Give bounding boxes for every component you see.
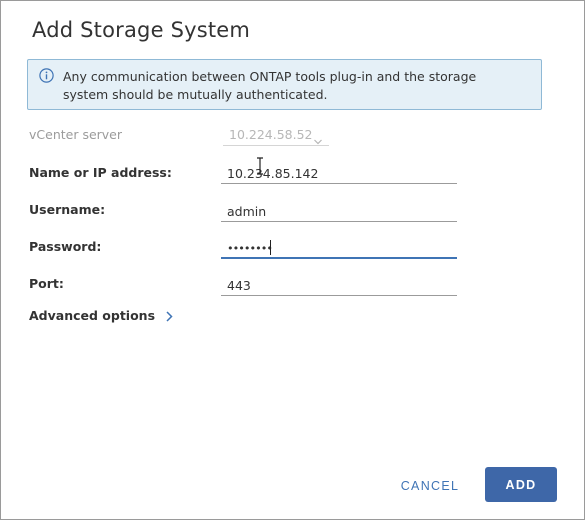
vcenter-select: 10.224.58.52	[223, 124, 329, 146]
cancel-button[interactable]: CANCEL	[392, 468, 468, 502]
info-banner: Any communication between ONTAP tools pl…	[27, 59, 542, 110]
dialog-title: Add Storage System	[32, 18, 251, 42]
port-field[interactable]: 443	[221, 274, 457, 296]
add-storage-system-dialog: Add Storage System Any communication bet…	[0, 0, 585, 520]
password-value: ••••••••	[227, 242, 273, 255]
username-field[interactable]: admin	[221, 200, 457, 222]
username-label: Username:	[29, 202, 106, 217]
info-icon	[39, 68, 54, 83]
chevron-right-icon	[166, 310, 173, 322]
name-ip-value: 10.234.85.142	[227, 166, 319, 181]
add-button[interactable]: ADD	[485, 467, 557, 502]
vcenter-select-value: 10.224.58.52	[229, 127, 313, 142]
advanced-options-label: Advanced options	[29, 308, 156, 323]
port-value: 443	[227, 278, 251, 293]
password-label: Password:	[29, 239, 102, 254]
info-banner-text: Any communication between ONTAP tools pl…	[63, 69, 477, 102]
port-label: Port:	[29, 276, 64, 291]
text-caret	[270, 240, 271, 255]
name-ip-label: Name or IP address:	[29, 165, 172, 180]
advanced-options-toggle[interactable]: Advanced options	[29, 308, 173, 323]
username-value: admin	[227, 204, 267, 219]
text-cursor-icon	[255, 157, 265, 175]
chevron-down-icon	[314, 130, 322, 145]
password-field[interactable]: ••••••••	[221, 237, 457, 259]
vcenter-label: vCenter server	[29, 127, 123, 142]
